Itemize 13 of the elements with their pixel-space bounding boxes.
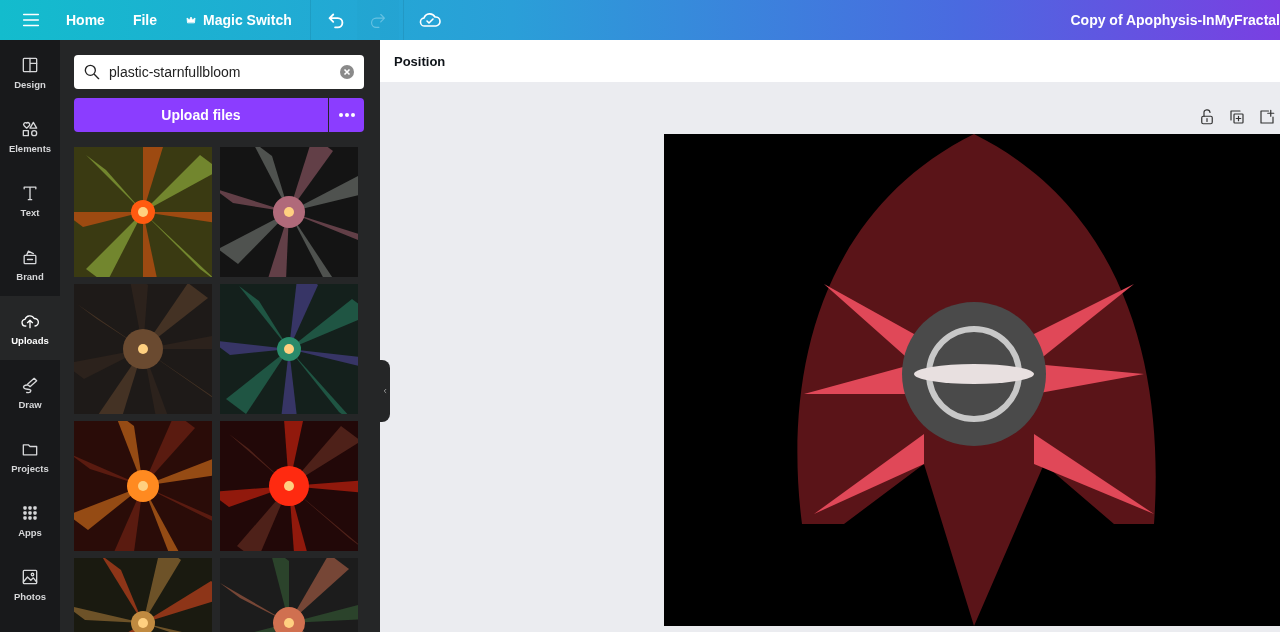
more-icon <box>338 113 355 117</box>
add-page-icon <box>1258 108 1276 126</box>
position-button[interactable]: Position <box>386 47 454 75</box>
duplicate-icon <box>1228 108 1246 126</box>
upload-button[interactable]: Upload files <box>74 98 328 132</box>
unlock-icon <box>1198 108 1216 126</box>
crown-icon <box>185 14 198 26</box>
document-title[interactable]: Copy of Apophysis-InMyFractal <box>1070 12 1280 28</box>
sidebar-item[interactable]: Uploads <box>0 296 60 360</box>
more-options-button[interactable] <box>329 98 364 132</box>
clear-icon[interactable] <box>340 65 354 79</box>
collapse-handle[interactable] <box>380 360 390 422</box>
search-field[interactable]: plastic-starnfullbloom <box>74 55 364 89</box>
